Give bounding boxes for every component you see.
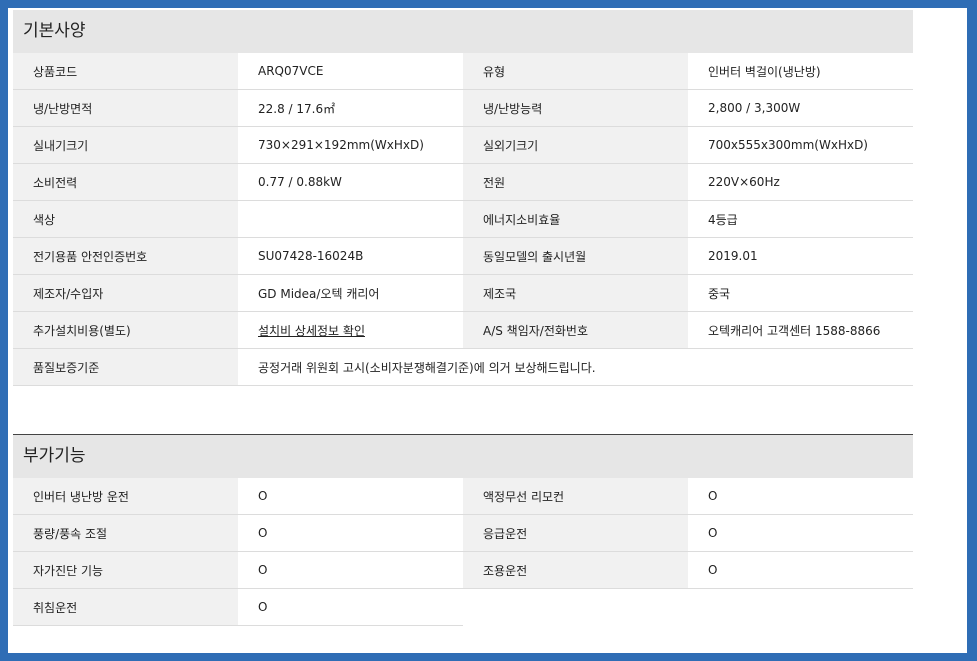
spec-value: 인버터 벽걸이(냉난방) [688,53,913,90]
table-row: 소비전력 0.77 / 0.88kW 전원 220V×60Hz [13,163,913,201]
spec-key: 제조국 [463,274,688,312]
extra-feature-table: 인버터 냉난방 운전 O 액정무선 리모컨 O 풍량/풍속 조절 O 응급운전 … [13,478,913,626]
feature-value: O [688,514,913,552]
empty-cell [688,588,913,626]
feature-value: O [688,551,913,589]
feature-value: O [238,588,463,626]
section-title-basic: 기본사양 [13,10,913,53]
spec-key: 에너지소비효율 [463,200,688,238]
spec-key: 냉/난방능력 [463,89,688,127]
spec-value: 공정거래 위원회 고시(소비자분쟁해결기준)에 의거 보상해드립니다. [238,348,913,386]
spec-value: 0.77 / 0.88kW [238,163,463,201]
spec-key: 색상 [13,200,238,238]
spec-key: 추가설치비용(별도) [13,311,238,349]
spec-value: ARQ07VCE [238,53,463,90]
content-frame: 기본사양 상품코드 ARQ07VCE 유형 인버터 벽걸이(냉난방) 냉/난방면… [8,8,967,653]
spec-key: 상품코드 [13,53,238,90]
spec-value: 220V×60Hz [688,163,913,201]
empty-cell [463,588,688,626]
feature-value: O [238,514,463,552]
feature-key: 조용운전 [463,551,688,589]
spec-key: 유형 [463,53,688,90]
spec-key: A/S 책임자/전화번호 [463,311,688,349]
spec-key: 실내기크기 [13,126,238,164]
table-row: 제조자/수입자 GD Midea/오텍 캐리어 제조국 중국 [13,274,913,312]
spec-key: 동일모델의 출시년월 [463,237,688,275]
spec-value: 설치비 상세정보 확인 [238,311,463,349]
table-row: 인버터 냉난방 운전 O 액정무선 리모컨 O [13,478,913,515]
installation-cost-link[interactable]: 설치비 상세정보 확인 [258,324,365,338]
feature-key: 인버터 냉난방 운전 [13,478,238,515]
spec-value: 700x555x300mm(WxHxD) [688,126,913,164]
spec-value: 중국 [688,274,913,312]
spec-key: 냉/난방면적 [13,89,238,127]
spec-key: 전원 [463,163,688,201]
feature-value: O [238,478,463,515]
section-title-extra: 부가기능 [13,434,913,478]
spec-value: GD Midea/오텍 캐리어 [238,274,463,312]
spec-key: 실외기크기 [463,126,688,164]
spec-key: 품질보증기준 [13,348,238,386]
table-row: 색상 에너지소비효율 4등급 [13,200,913,238]
spec-container: 기본사양 상품코드 ARQ07VCE 유형 인버터 벽걸이(냉난방) 냉/난방면… [13,10,913,626]
spec-key: 소비전력 [13,163,238,201]
feature-key: 풍량/풍속 조절 [13,514,238,552]
table-row: 실내기크기 730×291×192mm(WxHxD) 실외기크기 700x555… [13,126,913,164]
table-row: 상품코드 ARQ07VCE 유형 인버터 벽걸이(냉난방) [13,53,913,90]
spec-value: 730×291×192mm(WxHxD) [238,126,463,164]
feature-key: 취침운전 [13,588,238,626]
table-row: 품질보증기준 공정거래 위원회 고시(소비자분쟁해결기준)에 의거 보상해드립니… [13,348,913,386]
table-row: 냉/난방면적 22.8 / 17.6㎡ 냉/난방능력 2,800 / 3,300… [13,89,913,127]
feature-key: 자가진단 기능 [13,551,238,589]
spec-value: 2019.01 [688,237,913,275]
spec-value: 22.8 / 17.6㎡ [238,89,463,127]
table-row: 자가진단 기능 O 조용운전 O [13,551,913,589]
basic-spec-table: 상품코드 ARQ07VCE 유형 인버터 벽걸이(냉난방) 냉/난방면적 22.… [13,53,913,386]
feature-key: 응급운전 [463,514,688,552]
spec-key: 전기용품 안전인증번호 [13,237,238,275]
spec-value [238,200,463,238]
spec-value: SU07428-16024B [238,237,463,275]
table-row: 추가설치비용(별도) 설치비 상세정보 확인 A/S 책임자/전화번호 오텍캐리… [13,311,913,349]
table-row: 취침운전 O [13,588,913,626]
spec-key: 제조자/수입자 [13,274,238,312]
spec-value: 2,800 / 3,300W [688,89,913,127]
table-row: 풍량/풍속 조절 O 응급운전 O [13,514,913,552]
spec-value: 4등급 [688,200,913,238]
table-row: 전기용품 안전인증번호 SU07428-16024B 동일모델의 출시년월 20… [13,237,913,275]
spec-value: 오텍캐리어 고객센터 1588-8866 [688,311,913,349]
feature-value: O [238,551,463,589]
feature-key: 액정무선 리모컨 [463,478,688,515]
feature-value: O [688,478,913,515]
